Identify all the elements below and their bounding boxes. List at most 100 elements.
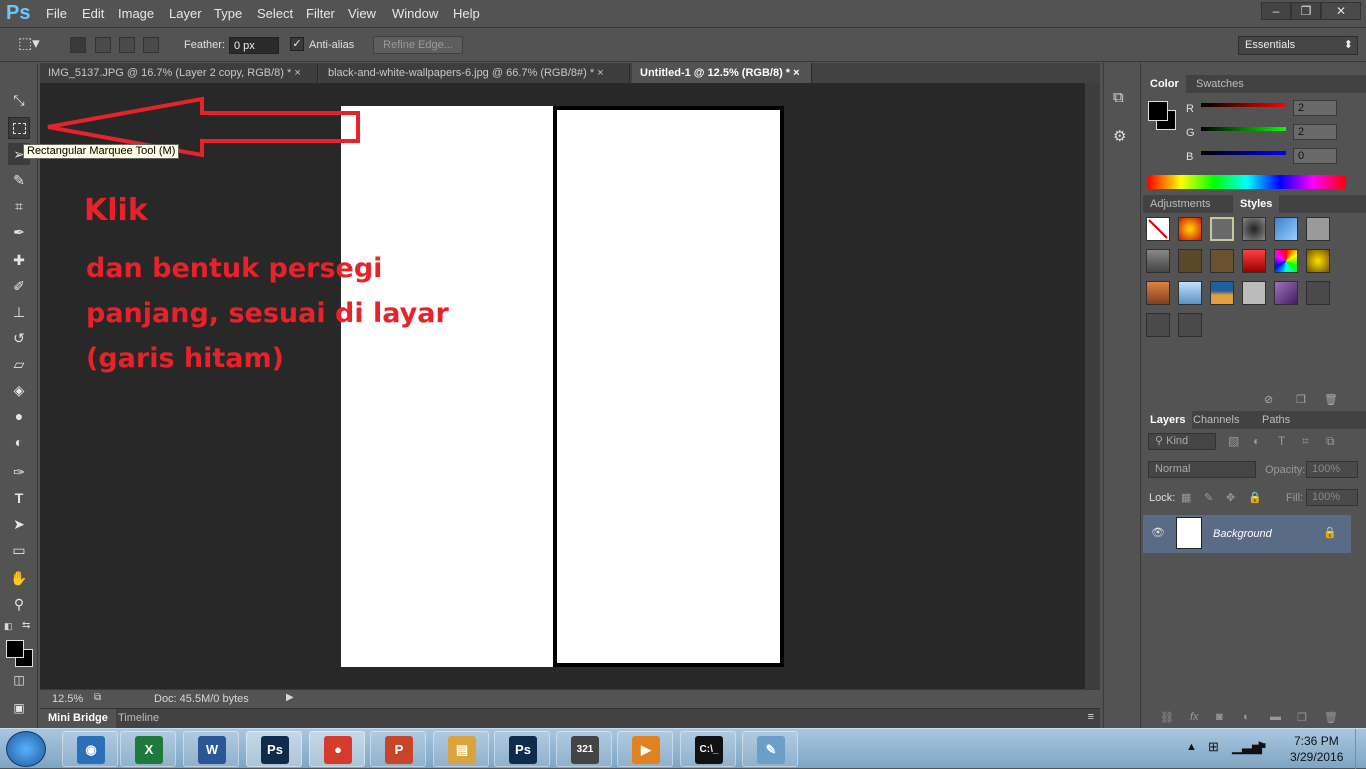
start-button[interactable] [6, 731, 46, 767]
b-slider[interactable] [1201, 151, 1286, 155]
style-15[interactable] [1210, 281, 1234, 305]
color-spectrum-bar[interactable] [1148, 175, 1346, 189]
color-fg-swatch[interactable] [1148, 101, 1168, 121]
status-menu-arrow-icon[interactable]: ▶ [286, 692, 294, 703]
style-20[interactable] [1178, 313, 1202, 337]
menu-filter[interactable]: Filter [306, 6, 335, 21]
tab-black-and-white[interactable]: black-and-white-wallpapers-6.jpg @ 66.7%… [320, 63, 630, 83]
rectangle-tool-icon[interactable]: ▭ [8, 539, 30, 561]
style-11[interactable] [1274, 249, 1298, 273]
taskbar-app-cmd[interactable]: C:\_ [680, 731, 736, 767]
show-desktop-button[interactable] [1355, 729, 1366, 769]
style-3[interactable] [1210, 217, 1234, 241]
canvas-area[interactable]: Klik dan bentuk persegi panjang, sesuai … [40, 83, 1085, 689]
style-16[interactable] [1242, 281, 1266, 305]
dodge-tool-icon[interactable]: ◐ [8, 431, 30, 453]
tab-adjustments[interactable]: Adjustments [1143, 195, 1218, 213]
brush-tool-icon[interactable]: ✐ [8, 275, 30, 297]
style-none[interactable] [1146, 217, 1170, 241]
g-slider[interactable] [1201, 127, 1286, 131]
refine-edge-button[interactable]: Refine Edge... [373, 36, 463, 54]
eyedropper-tool-icon[interactable]: ✒ [8, 221, 30, 243]
g-value[interactable]: 2 [1293, 124, 1337, 140]
visibility-eye-icon[interactable]: 👁 [1151, 526, 1165, 539]
style-8[interactable] [1178, 249, 1202, 273]
tab-paths[interactable]: Paths [1255, 411, 1297, 429]
b-value[interactable]: 0 [1293, 148, 1337, 164]
menu-layer[interactable]: Layer [169, 6, 202, 21]
style-2[interactable] [1178, 217, 1202, 241]
tab-untitled-1[interactable]: Untitled-1 @ 12.5% (RGB/8) * × [632, 63, 812, 83]
taskbar-app-word[interactable]: W [183, 731, 239, 767]
new-style-icon[interactable]: ❐ [1296, 393, 1306, 406]
taskbar-app-photoshop[interactable]: Ps [246, 731, 302, 767]
vertical-scrollbar[interactable] [1085, 83, 1100, 689]
tab-channels[interactable]: Channels [1186, 411, 1246, 429]
restore-button[interactable]: ❐ [1291, 2, 1321, 20]
r-slider[interactable] [1201, 103, 1286, 107]
delete-style-icon[interactable]: 🗑 [1324, 393, 1338, 406]
flag-icon[interactable]: ⚑ [1256, 739, 1268, 755]
menu-edit[interactable]: Edit [82, 6, 104, 21]
close-icon[interactable]: × [793, 67, 799, 79]
layer-fx-icon[interactable]: fx [1190, 711, 1199, 723]
history-panel-icon[interactable]: ⧉ [1113, 89, 1124, 106]
hand-tool-icon[interactable]: ✋ [8, 567, 30, 589]
blur-tool-icon[interactable]: ● [8, 405, 30, 427]
tab-styles[interactable]: Styles [1233, 195, 1280, 213]
taskbar-app-excel[interactable]: X [120, 731, 176, 767]
clear-style-icon[interactable]: ⊘ [1264, 393, 1273, 406]
crop-tool-icon[interactable]: ⌗ [8, 195, 30, 217]
healing-brush-tool-icon[interactable]: ✚ [8, 249, 30, 271]
filter-adjustment-icon[interactable]: ◐ [1253, 434, 1260, 448]
taskbar-app-video[interactable]: ▶ [617, 731, 673, 767]
tool-preset-icon[interactable]: ⬚▾ [18, 34, 54, 56]
taskbar-app-photoshop-2[interactable]: Ps [494, 731, 550, 767]
style-18[interactable] [1306, 281, 1330, 305]
adjustment-layer-icon[interactable]: ◐ [1243, 711, 1250, 723]
pen-tool-icon[interactable]: ✑ [8, 461, 30, 483]
filter-type-icon[interactable]: T [1278, 434, 1285, 448]
add-mask-icon[interactable]: ◙ [1216, 711, 1223, 723]
filter-smart-object-icon[interactable]: ⧉ [1326, 434, 1335, 449]
style-7[interactable] [1146, 249, 1170, 273]
menu-help[interactable]: Help [453, 6, 480, 21]
taskbar-app-powerpoint[interactable]: P [370, 731, 426, 767]
filter-pixel-icon[interactable]: ▨ [1228, 434, 1239, 448]
style-12[interactable] [1306, 249, 1330, 273]
close-icon[interactable]: × [294, 67, 300, 79]
status-info-icon[interactable]: ⧉ [94, 692, 101, 703]
minimize-button[interactable]: – [1261, 2, 1291, 20]
intersect-selection-icon[interactable] [143, 37, 159, 53]
zoom-level[interactable]: 12.5% [52, 693, 83, 705]
workspace-select[interactable]: Essentials ⬍ [1238, 36, 1358, 55]
new-selection-icon[interactable] [70, 37, 86, 53]
lock-transparent-icon[interactable]: ▦ [1181, 491, 1191, 504]
style-6[interactable] [1306, 217, 1330, 241]
default-colors-icon[interactable]: ◧ [4, 621, 13, 632]
lock-all-icon[interactable]: 🔒 [1248, 491, 1262, 504]
taskbar-app-explorer[interactable]: ▤ [433, 731, 489, 767]
screen-mode-icon[interactable]: ▣ [8, 697, 30, 719]
paint-bucket-tool-icon[interactable]: ◈ [8, 379, 30, 401]
move-tool-icon[interactable]: ⤡ [8, 89, 30, 111]
tab-color[interactable]: Color [1143, 75, 1186, 93]
panel-menu-icon[interactable]: ≡ [1088, 711, 1094, 723]
layer-name[interactable]: Background [1213, 528, 1272, 540]
lock-position-icon[interactable]: ✥ [1226, 491, 1235, 504]
lock-pixels-icon[interactable]: ✎ [1204, 491, 1213, 504]
delete-layer-icon[interactable]: 🗑 [1324, 711, 1338, 724]
fill-input[interactable]: 100% [1306, 489, 1358, 506]
antialias-checkbox[interactable]: ✓ [290, 37, 304, 51]
tab-timeline[interactable]: Timeline [118, 712, 159, 724]
taskbar-app-chrome[interactable]: ● [309, 731, 365, 767]
layer-filter-kind[interactable]: ⚲ Kind [1148, 433, 1216, 450]
r-value[interactable]: 2 [1293, 100, 1337, 116]
rectangular-marquee-tool-icon[interactable] [8, 117, 30, 139]
feather-input[interactable] [229, 37, 279, 54]
clock-time[interactable]: 7:36 PM [1294, 734, 1339, 748]
tab-mini-bridge[interactable]: Mini Bridge [40, 709, 116, 728]
style-17[interactable] [1274, 281, 1298, 305]
zoom-tool-icon[interactable]: ⚲ [8, 593, 30, 615]
properties-panel-icon[interactable]: ⚙ [1113, 127, 1126, 145]
